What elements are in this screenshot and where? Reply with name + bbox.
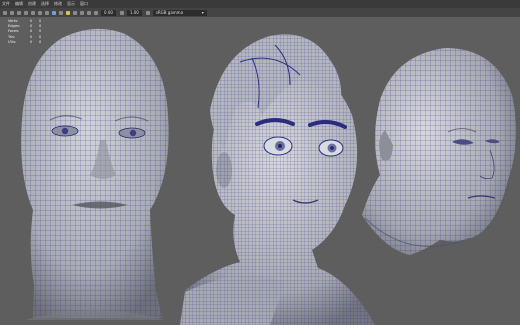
texture-icon[interactable] <box>59 10 63 15</box>
viewport-toolbar: 0.00 1.00 sRGB gamma ▾ <box>0 8 520 17</box>
menu-item-windows[interactable]: 窗口 <box>80 0 88 8</box>
menu-item-select[interactable]: 选择 <box>41 0 49 8</box>
menu-item-file[interactable]: 文件 <box>2 0 10 8</box>
shadow-icon[interactable] <box>73 10 77 15</box>
select-tool-icon[interactable] <box>3 10 7 15</box>
gamma-icon[interactable] <box>119 10 124 15</box>
color-management-icon[interactable] <box>145 10 150 15</box>
gamma-field[interactable]: 1.00 <box>126 9 142 16</box>
view-transform-value: sRGB gamma <box>155 9 184 15</box>
head-model-center[interactable] <box>180 34 375 325</box>
maya-app-window: 文件 编辑 创建 选择 修改 显示 窗口 0.00 1.00 sRGB gamm… <box>0 0 520 325</box>
viewport-canvas[interactable] <box>0 0 520 325</box>
hud-value: 0 <box>39 39 42 44</box>
menu-item-modify[interactable]: 修改 <box>54 0 62 8</box>
3d-viewport[interactable] <box>0 0 520 325</box>
camera-icon[interactable] <box>31 10 35 15</box>
menu-bar: 文件 编辑 创建 选择 修改 显示 窗口 <box>0 0 520 8</box>
hud-label: UVs: <box>8 39 17 44</box>
shaded-icon[interactable] <box>52 10 56 15</box>
exposure-field[interactable]: 0.00 <box>101 9 116 16</box>
view-transform-dropdown[interactable]: sRGB gamma ▾ <box>152 9 207 16</box>
hud-row: UVs: 0 0 <box>8 40 48 45</box>
xray-icon[interactable] <box>87 10 91 15</box>
wireframe-icon[interactable] <box>45 10 49 15</box>
exposure-icon[interactable] <box>94 10 98 15</box>
hud-value: 0 <box>30 39 33 44</box>
menu-item-display[interactable]: 显示 <box>67 0 75 8</box>
head-model-left[interactable] <box>21 28 169 320</box>
move-tool-icon[interactable] <box>10 10 14 15</box>
chevron-down-icon: ▾ <box>201 9 204 15</box>
grid-icon[interactable] <box>38 10 42 15</box>
rotate-tool-icon[interactable] <box>17 10 21 15</box>
menu-item-create[interactable]: 创建 <box>28 0 36 8</box>
light-icon[interactable] <box>66 10 70 15</box>
head-model-right[interactable] <box>362 48 517 255</box>
menu-item-edit[interactable]: 编辑 <box>15 0 23 8</box>
scale-tool-icon[interactable] <box>24 10 28 15</box>
isolate-icon[interactable] <box>80 10 84 15</box>
heads-up-display: Verts: 0 0 Edges: 0 0 Faces: 0 0 Tris: 0… <box>8 19 48 45</box>
